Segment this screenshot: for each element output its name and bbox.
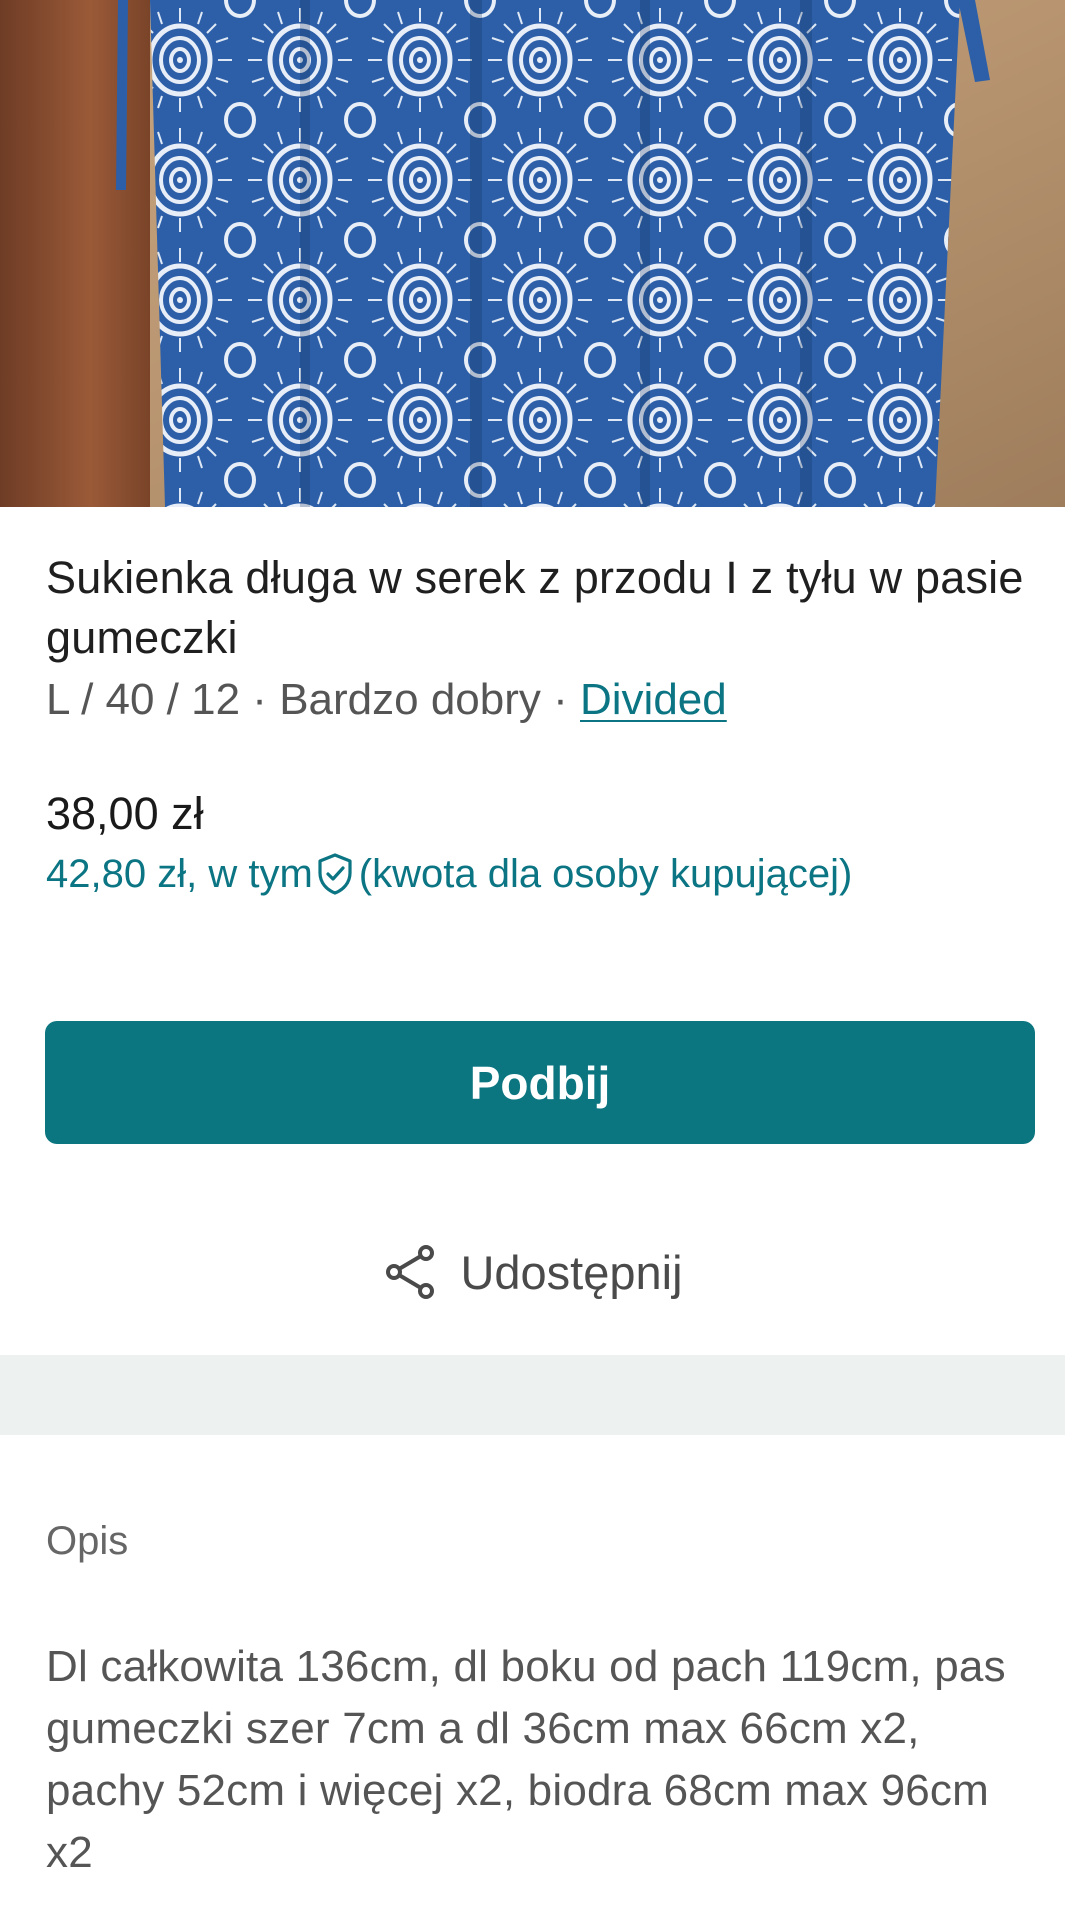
product-condition: Bardzo dobry <box>279 675 541 724</box>
buyer-price-amount: 42,80 zł, w tym <box>46 852 313 896</box>
description-text: Dl całkowita 136cm, dl boku od pach 119c… <box>46 1642 1006 1877</box>
share-button[interactable]: Udostępnij <box>0 1230 1065 1314</box>
item-price: 38,00 zł <box>46 788 204 839</box>
product-title: Sukienka długa w serek z przodu I z tyłu… <box>46 552 1024 663</box>
section-divider <box>0 1355 1065 1435</box>
product-photo[interactable] <box>0 0 1065 507</box>
share-label: Udostępnij <box>460 1245 683 1299</box>
share-icon <box>382 1243 440 1301</box>
meta-separator: · <box>240 675 280 724</box>
bump-button[interactable]: Podbij <box>45 1021 1035 1144</box>
product-info: Sukienka długa w serek z przodu I z tyłu… <box>46 548 1036 730</box>
brand-link[interactable]: Divided <box>580 675 727 724</box>
product-size: L / 40 / 12 <box>46 675 241 724</box>
shield-check-icon[interactable] <box>315 852 355 896</box>
buyer-price-note: (kwota dla osoby kupującej) <box>358 852 853 896</box>
product-meta: L / 40 / 12 · Bardzo dobry · Divided <box>46 670 1036 730</box>
meta-separator: · <box>540 675 580 724</box>
buyer-price[interactable]: 42,80 zł, w tym (kwota dla osoby kupując… <box>46 846 852 902</box>
description-heading: Opis <box>46 1519 129 1563</box>
